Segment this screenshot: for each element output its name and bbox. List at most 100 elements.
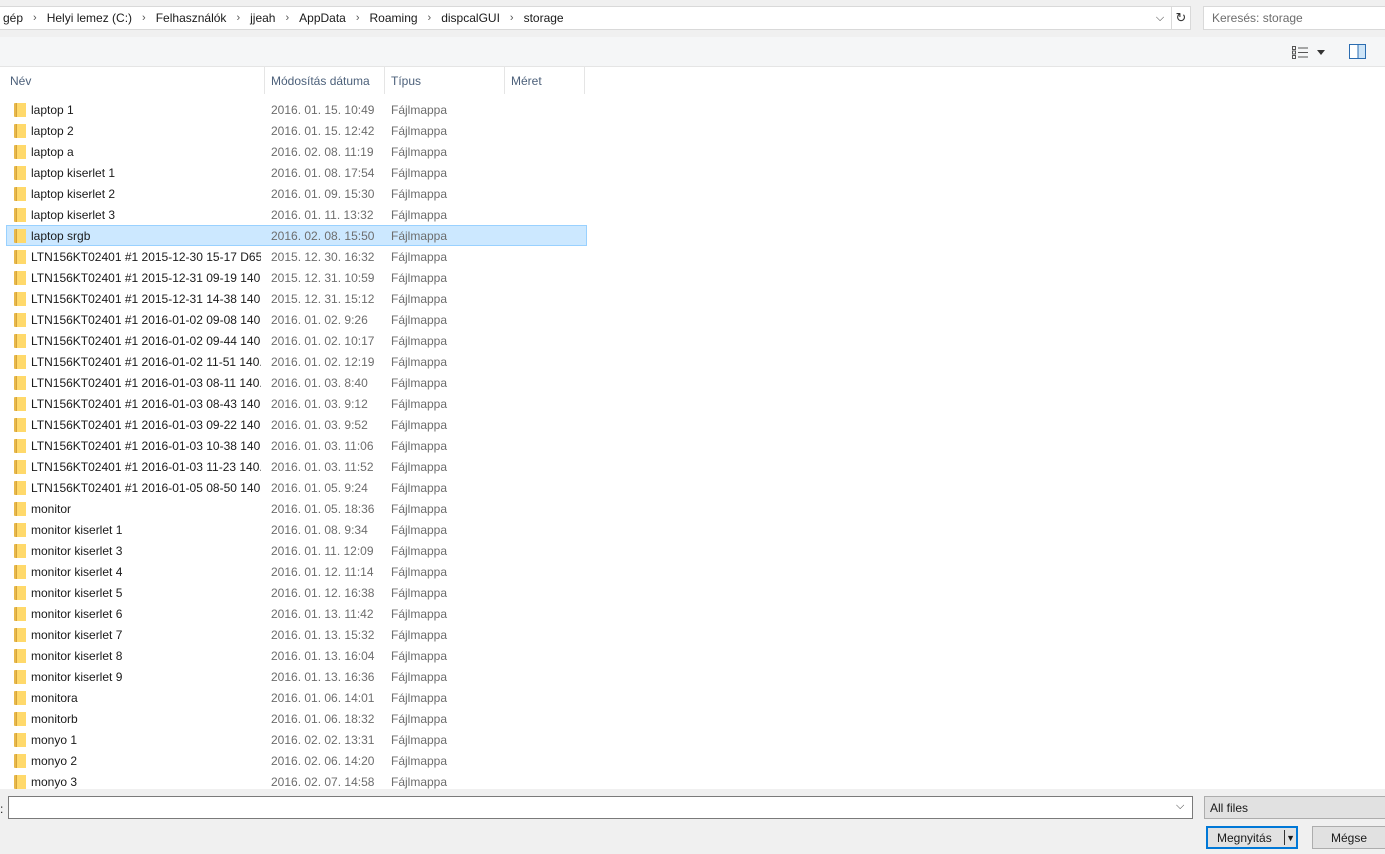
column-size[interactable]: Méret (505, 67, 585, 94)
breadcrumb-item[interactable]: Roaming (367, 11, 421, 25)
chevron-down-icon[interactable]: ▼ (1285, 833, 1296, 843)
folder-icon (14, 250, 26, 264)
file-name: LTN156KT02401 #1 2016-01-03 08-11 140... (31, 376, 261, 390)
chevron-right-icon[interactable]: › (421, 12, 439, 24)
filename-input[interactable] (8, 796, 1193, 819)
file-date: 2016. 01. 11. 13:32 (271, 208, 374, 222)
file-name: LTN156KT02401 #1 2016-01-02 09-08 140... (31, 313, 261, 327)
file-date: 2016. 01. 13. 16:04 (271, 649, 375, 663)
file-name: monitor kiserlet 7 (31, 628, 123, 642)
file-row[interactable]: LTN156KT02401 #1 2015-12-31 09-19 140...… (6, 267, 587, 288)
folder-icon (14, 607, 26, 621)
file-type: Fájlmappa (391, 334, 448, 348)
file-date: 2016. 01. 12. 16:38 (271, 586, 375, 600)
file-row[interactable]: LTN156KT02401 #1 2016-01-02 09-08 140...… (6, 309, 587, 330)
file-date: 2016. 01. 12. 11:14 (271, 565, 374, 579)
file-row[interactable]: monitorb 2016. 01. 06. 18:32 Fájlmappa (6, 708, 587, 729)
file-date: 2016. 02. 06. 14:20 (271, 754, 375, 768)
chevron-right-icon[interactable]: › (503, 12, 521, 24)
search-input[interactable]: Keresés: storage (1203, 6, 1385, 30)
file-type: Fájlmappa (391, 187, 448, 201)
file-date: 2015. 12. 31. 10:59 (271, 271, 375, 285)
view-options-button[interactable] (1292, 44, 1332, 60)
file-row[interactable]: monitor kiserlet 6 2016. 01. 13. 11:42 Fáj… (6, 603, 587, 624)
breadcrumb-item[interactable]: storage (521, 11, 567, 25)
file-list[interactable]: Név ⌃ Módosítás dátuma Típus Méret lapto… (0, 67, 1385, 789)
breadcrumb-item[interactable]: Felhasználók (153, 11, 230, 25)
chevron-right-icon[interactable]: › (135, 12, 153, 24)
file-row[interactable]: LTN156KT02401 #1 2016-01-03 08-11 140...… (6, 372, 587, 393)
file-type: Fájlmappa (391, 481, 448, 495)
filetype-select[interactable]: All files (1204, 796, 1385, 819)
file-row[interactable]: monitor kiserlet 3 2016. 01. 11. 12:09 Fáj… (6, 540, 587, 561)
file-name: LTN156KT02401 #1 2015-12-31 09-19 140... (31, 271, 261, 285)
folder-icon (14, 208, 26, 222)
file-type: Fájlmappa (391, 712, 448, 726)
chevron-right-icon[interactable]: › (229, 12, 247, 24)
file-name: monyo 3 (31, 775, 78, 789)
file-row[interactable]: LTN156KT02401 #1 2016-01-02 09-44 140...… (6, 330, 587, 351)
preview-pane-icon[interactable] (1349, 44, 1366, 59)
file-row[interactable]: monyo 2 2016. 02. 06. 14:20 Fájlmappa (6, 750, 587, 771)
file-row[interactable]: laptop srgb 2016. 02. 08. 15:50 Fájlmappa (6, 225, 587, 246)
breadcrumb-item[interactable]: gép (0, 11, 26, 25)
file-date: 2016. 01. 03. 8:40 (271, 376, 368, 390)
file-row[interactable]: monitor kiserlet 5 2016. 01. 12. 16:38 Fáj… (6, 582, 587, 603)
folder-icon (14, 649, 26, 663)
column-date[interactable]: Módosítás dátuma (265, 67, 385, 94)
file-row[interactable]: monyo 3 2016. 02. 07. 14:58 Fájlmappa (6, 771, 587, 789)
file-row[interactable]: LTN156KT02401 #1 2016-01-05 08-50 140...… (6, 477, 587, 498)
folder-icon (14, 733, 26, 747)
breadcrumb[interactable]: gép › Helyi lemez (C:) › Felhasználók › jjeah ›… (0, 6, 1172, 30)
chevron-right-icon[interactable]: › (26, 12, 44, 24)
file-row[interactable]: LTN156KT02401 #1 2016-01-03 09-22 140...… (6, 414, 587, 435)
file-row[interactable]: LTN156KT02401 #1 2016-01-03 11-23 140...… (6, 456, 587, 477)
file-row[interactable]: LTN156KT02401 #1 2015-12-31 14-38 140...… (6, 288, 587, 309)
file-row[interactable]: laptop a 2016. 02. 08. 11:19 Fájlmappa (6, 141, 587, 162)
breadcrumb-item[interactable]: Helyi lemez (C:) (44, 11, 135, 25)
file-date: 2016. 01. 05. 18:36 (271, 502, 375, 516)
file-date: 2016. 02. 08. 15:50 (271, 229, 375, 243)
folder-icon (14, 397, 26, 411)
column-type[interactable]: Típus (385, 67, 505, 94)
file-row[interactable]: laptop 1 2016. 01. 15. 10:49 Fájlmappa (6, 99, 587, 120)
file-type: Fájlmappa (391, 607, 448, 621)
chevron-right-icon[interactable]: › (349, 12, 367, 24)
file-row[interactable]: LTN156KT02401 #1 2015-12-30 15-17 D65...… (6, 246, 587, 267)
file-row[interactable]: monitor kiserlet 8 2016. 01. 13. 16:04 Fáj… (6, 645, 587, 666)
file-row[interactable]: LTN156KT02401 #1 2016-01-03 08-43 140...… (6, 393, 587, 414)
folder-icon (14, 166, 26, 180)
cancel-button-label: Mégse (1330, 830, 1368, 845)
refresh-button[interactable]: ↻ (1172, 6, 1191, 30)
file-row[interactable]: monyo 1 2016. 02. 02. 13:31 Fájlmappa (6, 729, 587, 750)
chevron-right-icon[interactable]: › (278, 12, 296, 24)
file-row[interactable]: monitor kiserlet 9 2016. 01. 13. 16:36 Fáj… (6, 666, 587, 687)
file-name: LTN156KT02401 #1 2016-01-03 09-22 140... (31, 418, 261, 432)
file-row[interactable]: monitor 2016. 01. 05. 18:36 Fájlmappa (6, 498, 587, 519)
file-row[interactable]: monitora 2016. 01. 06. 14:01 Fájlmappa (6, 687, 587, 708)
cancel-button[interactable]: Mégse (1312, 826, 1385, 849)
file-name: LTN156KT02401 #1 2015-12-31 14-38 140... (31, 292, 261, 306)
address-history-dropdown[interactable]: ⌵ (1153, 10, 1167, 26)
file-row[interactable]: monitor kiserlet 7 2016. 01. 13. 15:32 Fáj… (6, 624, 587, 645)
breadcrumb-item[interactable]: dispcalGUI (438, 11, 503, 25)
file-row[interactable]: monitor kiserlet 1 2016. 01. 08. 9:34 Fájl… (6, 519, 587, 540)
breadcrumb-item[interactable]: jjeah (247, 11, 278, 25)
open-button[interactable]: Megnyitás ▼ (1206, 826, 1298, 849)
chevron-down-icon[interactable]: ⌵ (1176, 800, 1184, 813)
breadcrumb-item[interactable]: AppData (296, 11, 349, 25)
file-row[interactable]: monitor kiserlet 4 2016. 01. 12. 11:14 Fáj… (6, 561, 587, 582)
file-row[interactable]: laptop kiserlet 3 2016. 01. 11. 13:32 Fájl… (6, 204, 587, 225)
file-date: 2016. 01. 05. 9:24 (271, 481, 368, 495)
file-row[interactable]: laptop kiserlet 2 2016. 01. 09. 15:30 Fájl… (6, 183, 587, 204)
file-name: LTN156KT02401 #1 2016-01-03 08-43 140... (31, 397, 261, 411)
file-type: Fájlmappa (391, 418, 448, 432)
file-row[interactable]: LTN156KT02401 #1 2016-01-02 11-51 140...… (6, 351, 587, 372)
file-row[interactable]: laptop kiserlet 1 2016. 01. 08. 17:54 Fájl… (6, 162, 587, 183)
file-date: 2016. 01. 03. 11:06 (271, 439, 374, 453)
file-row[interactable]: LTN156KT02401 #1 2016-01-03 10-38 140...… (6, 435, 587, 456)
file-name: monitor kiserlet 8 (31, 649, 123, 663)
folder-icon (14, 481, 26, 495)
file-row[interactable]: laptop 2 2016. 01. 15. 12:42 Fájlmappa (6, 120, 587, 141)
sort-ascending-icon: ⌃ (129, 67, 137, 73)
